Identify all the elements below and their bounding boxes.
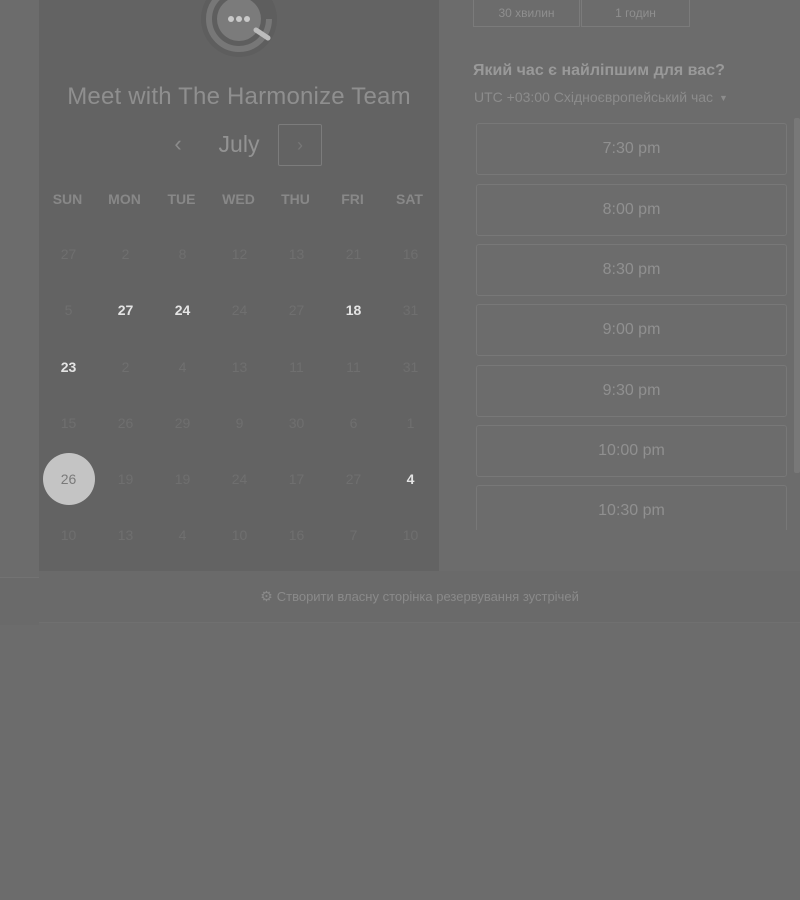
- calendar-panel: Meet with The Harmonize Team ‹ July › SU…: [39, 0, 439, 571]
- time-question: Який час є найліпшим для вас?: [473, 62, 725, 79]
- calendar-day: 4: [178, 358, 187, 375]
- calendar-day: 29: [174, 414, 191, 431]
- calendar-day: 30: [288, 414, 305, 431]
- time-slot-label: 7:30 pm: [602, 140, 661, 157]
- calendar-day: 12: [231, 246, 248, 263]
- duration-label: 30 хвилин: [498, 6, 555, 20]
- time-slot-label: 9:30 pm: [602, 382, 661, 399]
- calendar-day: 4: [178, 527, 187, 544]
- calendar-day: 19: [117, 470, 134, 487]
- calendar-day: 27: [288, 302, 305, 319]
- calendar-day: 1: [406, 414, 415, 431]
- team-logo: [201, 0, 277, 57]
- create-booking-page-link[interactable]: ⚙ Створити власну сторінка резервування …: [39, 571, 800, 623]
- weekday-label: WED: [222, 191, 255, 207]
- month-label: July: [218, 130, 260, 157]
- hubspot-sprocket-icon: ⚙: [260, 588, 273, 604]
- weekday-label: THU: [281, 191, 310, 207]
- calendar-day-selected[interactable]: 26: [42, 452, 95, 505]
- duration-label: 1 годин: [615, 6, 656, 20]
- calendar-day: 31: [402, 302, 419, 319]
- time-slot[interactable]: 8:00 pm: [476, 184, 787, 236]
- month-navigation: ‹ July ›: [39, 123, 439, 167]
- calendar-day: 9: [235, 414, 244, 431]
- duration-option-60[interactable]: 1 годин: [581, 0, 690, 27]
- duration-option-30[interactable]: 30 хвилин: [473, 0, 580, 27]
- calendar-day: 10: [402, 527, 419, 544]
- calendar-day: 5: [64, 302, 73, 319]
- calendar-day[interactable]: 23: [43, 341, 95, 393]
- calendar-day[interactable]: 27: [100, 284, 152, 336]
- calendar-day: 10: [60, 527, 77, 544]
- calendar-day: 13: [288, 246, 305, 263]
- time-slot-list: 7:30 pm 8:00 pm 8:30 pm 9:00 pm 9:30 pm …: [476, 123, 788, 530]
- caret-down-icon: ▼: [719, 93, 728, 104]
- calendar-day: 7: [349, 527, 358, 544]
- calendar-day: 15: [60, 414, 77, 431]
- next-month-button[interactable]: ›: [278, 124, 322, 166]
- calendar-day: 24: [231, 302, 248, 319]
- slot-list-scrollbar[interactable]: [794, 118, 800, 473]
- calendar-day: 6: [349, 414, 358, 431]
- calendar-grid: 27 2 8 12 13 21 16 5 27 24 24 27 18 31 23 2 4 13 11 11 31 15 2…: [39, 228, 439, 568]
- footer-edge: [0, 577, 39, 625]
- calendar-day: 24: [231, 470, 248, 487]
- calendar-day: 2: [121, 246, 130, 263]
- calendar-day: 17: [288, 470, 305, 487]
- time-slot-label: 10:30 pm: [598, 502, 665, 519]
- weekday-label: SUN: [52, 191, 83, 207]
- weekday-label: MON: [108, 191, 141, 207]
- calendar-day: 10: [231, 527, 248, 544]
- time-slot[interactable]: 8:30 pm: [476, 244, 787, 296]
- calendar-day: 16: [288, 527, 305, 544]
- weekday-label: FRI: [341, 191, 364, 207]
- chevron-left-icon: ‹: [174, 131, 182, 156]
- time-slot[interactable]: 10:00 pm: [476, 425, 787, 477]
- calendar-day: 27: [345, 470, 362, 487]
- footer-link-label: Створити власну сторінка резервування зу…: [276, 589, 579, 604]
- prev-month-button[interactable]: ‹: [161, 123, 195, 165]
- calendar-day: 13: [117, 527, 134, 544]
- calendar-day: 2: [121, 358, 130, 375]
- calendar-day: 11: [346, 358, 361, 375]
- calendar-day[interactable]: 4: [385, 453, 437, 505]
- weekday-label: TUE: [167, 191, 196, 207]
- time-slot[interactable]: 7:30 pm: [476, 123, 787, 175]
- weekday-label: SAT: [396, 191, 423, 207]
- time-slot-label: 10:00 pm: [598, 442, 665, 459]
- page-title: Meet with The Harmonize Team: [67, 83, 411, 110]
- weekday-header: SUN MON TUE WED THU FRI SAT: [39, 191, 439, 213]
- calendar-day: 26: [117, 414, 134, 431]
- calendar-day: 21: [345, 246, 362, 263]
- timezone-select[interactable]: UTC +03:00 Східноєвропейський час ▼: [474, 89, 728, 105]
- calendar-day: 16: [402, 246, 419, 263]
- calendar-day: 13: [231, 358, 248, 375]
- calendar-day[interactable]: 18: [328, 284, 380, 336]
- calendar-day[interactable]: 24: [157, 284, 209, 336]
- timezone-label: UTC +03:00 Східноєвропейський час: [474, 89, 714, 105]
- time-slot[interactable]: 10:30 pm: [476, 485, 787, 530]
- time-slot-label: 9:00 pm: [602, 321, 661, 338]
- time-slot-label: 8:30 pm: [602, 261, 661, 278]
- time-slot[interactable]: 9:30 pm: [476, 365, 787, 417]
- time-slot[interactable]: 9:00 pm: [476, 304, 787, 356]
- calendar-day: 8: [178, 246, 187, 263]
- calendar-day: 11: [289, 358, 304, 375]
- calendar-day: 27: [60, 246, 77, 263]
- calendar-day: 31: [402, 358, 419, 375]
- time-slot-label: 8:00 pm: [602, 201, 661, 218]
- calendar-day: 19: [174, 470, 191, 487]
- chevron-right-icon: ›: [297, 134, 303, 155]
